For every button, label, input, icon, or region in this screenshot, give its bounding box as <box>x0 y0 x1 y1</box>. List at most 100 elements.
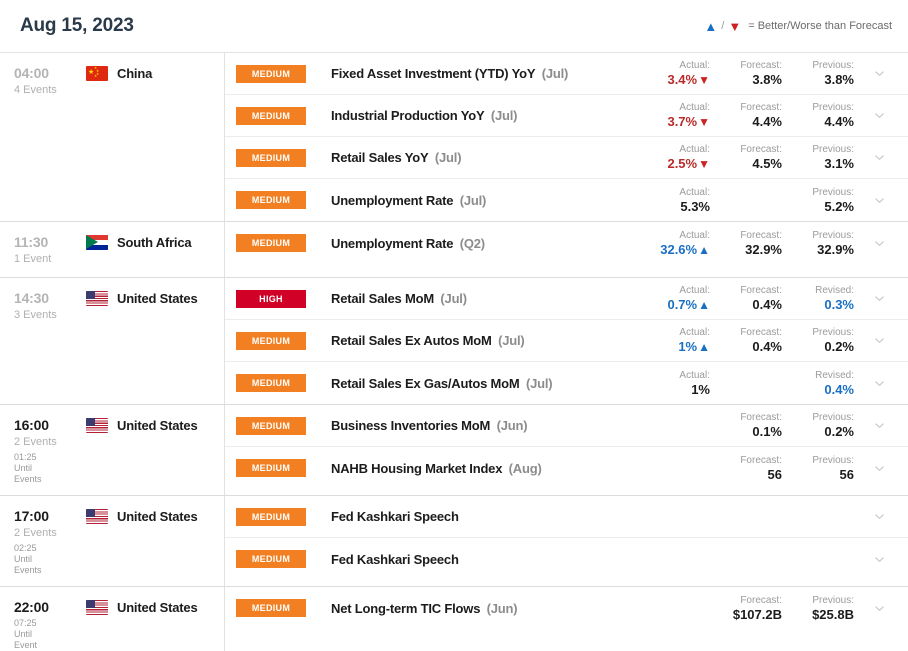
event-row[interactable]: HIGH Retail Sales MoM (Jul) Actual: 0.7%▲ Fo… <box>225 278 908 320</box>
expand-row-button[interactable] <box>858 463 900 474</box>
group-events: MEDIUM Fed Kashkari Speech MEDIUM Fed Kashk… <box>225 496 908 586</box>
impact-badge: MEDIUM <box>236 106 306 125</box>
countdown-timer: 07:25 Until Event <box>14 618 224 651</box>
previous-value: 0.4% <box>824 381 854 397</box>
expand-row-button[interactable] <box>858 420 900 431</box>
event-row[interactable]: MEDIUM Retail Sales Ex Autos MoM (Jul) Act… <box>225 320 908 362</box>
expand-row-button[interactable] <box>858 511 900 522</box>
event-period: (Jul) <box>456 192 487 208</box>
expand-row-button[interactable] <box>858 68 900 79</box>
calendar-group: 16:00 2 Events 01:25 Until Events United Stat… <box>0 405 908 496</box>
previous-label: Previous: <box>812 60 854 71</box>
arrow-down-icon: ▼ <box>728 18 742 34</box>
country-block: ★ ★ ★ ★ ★ China <box>86 66 152 81</box>
country-name: United States <box>117 600 198 615</box>
previous-label: Previous: <box>812 594 854 606</box>
expand-row-button[interactable] <box>858 554 900 565</box>
previous-cell: Previous: 56 <box>786 454 858 483</box>
expand-row-button[interactable] <box>858 335 900 346</box>
event-name[interactable]: NAHB Housing Market Index (Aug) <box>331 461 642 476</box>
event-values: Forecast: 56 Previous: 56 <box>642 454 858 483</box>
forecast-cell: Forecast: 0.1% <box>714 411 786 440</box>
forecast-value: 4.5% <box>752 156 782 171</box>
event-period: (Jul) <box>431 150 462 165</box>
previous-label: Previous: <box>812 144 854 155</box>
event-row[interactable]: MEDIUM Retail Sales YoY (Jul) Actual: 2.5%▼… <box>225 137 908 179</box>
previous-value: 56 <box>839 466 854 482</box>
actual-cell: Actual: 2.5%▼ <box>642 143 714 172</box>
countdown-line: Event <box>14 640 38 650</box>
event-row[interactable]: MEDIUM NAHB Housing Market Index (Aug) For… <box>225 447 908 489</box>
event-name[interactable]: Fed Kashkari Speech <box>331 552 642 567</box>
event-name[interactable]: Retail Sales MoM (Jul) <box>331 291 642 306</box>
previous-value: 0.2% <box>824 424 854 439</box>
previous-value: 0.2% <box>824 339 854 354</box>
event-name[interactable]: Fed Kashkari Speech <box>331 509 642 524</box>
event-name[interactable]: Business Inventories MoM (Jun) <box>331 418 642 433</box>
country-name: United States <box>117 509 198 524</box>
previous-label: Previous: <box>812 412 854 423</box>
event-values: Actual: 5.3% Previous: 5.2% <box>642 186 858 215</box>
event-row[interactable]: MEDIUM Unemployment Rate (Jul) Actual: 5.3%… <box>225 179 908 221</box>
event-name[interactable]: Retail Sales Ex Autos MoM (Jul) <box>331 333 642 348</box>
event-name[interactable]: Fixed Asset Investment (YTD) YoY (Jul) <box>331 66 642 81</box>
country-name: United States <box>117 291 198 306</box>
group-events: MEDIUM Net Long-term TIC Flows (Jun) Forec… <box>225 587 908 651</box>
forecast-value: 0.4% <box>752 339 782 354</box>
expand-row-button[interactable] <box>858 152 900 163</box>
event-name[interactable]: Net Long-term TIC Flows (Jun) <box>331 601 642 616</box>
event-name[interactable]: Unemployment Rate (Q2) <box>331 236 642 251</box>
expand-row-button[interactable] <box>858 293 900 304</box>
event-name[interactable]: Industrial Production YoY (Jul) <box>331 108 642 123</box>
impact-badge: MEDIUM <box>236 416 306 435</box>
country-block: South Africa <box>86 235 192 250</box>
group-left-inner: 16:00 2 Events 01:25 Until Events United Stat… <box>14 417 224 485</box>
group-time-country: 16:00 2 Events 01:25 Until Events United Stat… <box>0 405 225 495</box>
forecast-label: Forecast: <box>740 144 782 155</box>
page-title: Aug 15, 2023 <box>20 15 134 36</box>
event-period: (Q2) <box>456 235 485 251</box>
previous-label: Previous: <box>812 102 854 113</box>
expand-row-button[interactable] <box>858 238 900 249</box>
actual-value: 1%▲ <box>678 339 710 354</box>
previous-cell: Previous: 3.8% <box>786 59 858 88</box>
previous-value: 3.8% <box>824 72 854 87</box>
actual-cell: Actual: 32.6%▲ <box>642 229 714 258</box>
country-block: United States <box>86 291 198 306</box>
event-name[interactable]: Retail Sales YoY (Jul) <box>331 150 642 165</box>
expand-row-button[interactable] <box>858 603 900 614</box>
event-row[interactable]: MEDIUM Fed Kashkari Speech <box>225 538 908 580</box>
countdown-timer: 01:25 Until Events <box>14 452 224 485</box>
flag-china-icon: ★ ★ ★ ★ ★ <box>86 66 108 81</box>
previous-value: 0.3% <box>824 297 854 312</box>
countdown-line: 07:25 <box>14 618 37 628</box>
arrow-up-icon: ▲ <box>698 242 710 257</box>
arrow-down-icon: ▼ <box>698 73 710 87</box>
actual-label: Actual: <box>679 369 710 381</box>
event-row[interactable]: MEDIUM Fixed Asset Investment (YTD) YoY (… <box>225 53 908 95</box>
event-row[interactable]: MEDIUM Fed Kashkari Speech <box>225 496 908 538</box>
event-values: Actual: 0.7%▲ Forecast: 0.4% Revised: 0.3% <box>642 284 858 313</box>
expand-row-button[interactable] <box>858 110 900 121</box>
expand-row-button[interactable] <box>858 378 900 389</box>
event-name[interactable]: Retail Sales Ex Gas/Autos MoM (Jul) <box>331 376 642 391</box>
event-row[interactable]: MEDIUM Retail Sales Ex Gas/Autos MoM (Jul… <box>225 362 908 404</box>
group-events: MEDIUM Business Inventories MoM (Jun) Fore… <box>225 405 908 495</box>
forecast-cell: Forecast: 56 <box>714 454 786 483</box>
event-values: Actual: 3.7%▼ Forecast: 4.4% Previous: 4.4% <box>642 101 858 130</box>
country-name: South Africa <box>117 235 192 250</box>
expand-row-button[interactable] <box>858 195 900 206</box>
countdown-line: Until <box>14 554 33 564</box>
event-name[interactable]: Unemployment Rate (Jul) <box>331 193 642 208</box>
event-values: Actual: 32.6%▲ Forecast: 32.9% Previous: 32.9… <box>642 229 858 258</box>
forecast-label: Forecast: <box>740 454 782 466</box>
previous-label: Previous: <box>812 454 854 466</box>
event-row[interactable]: MEDIUM Unemployment Rate (Q2) Actual: 32.6%… <box>225 222 908 264</box>
forecast-label: Forecast: <box>740 60 782 71</box>
forecast-cell: Forecast: 3.8% <box>714 59 786 88</box>
group-time-country: 04:00 4 Events ★ ★ ★ ★ ★ China <box>0 53 225 221</box>
calendar-group: 17:00 2 Events 02:25 Until Events United Stat… <box>0 496 908 587</box>
event-row[interactable]: MEDIUM Industrial Production YoY (Jul) Act… <box>225 95 908 137</box>
event-row[interactable]: MEDIUM Business Inventories MoM (Jun) Fore… <box>225 405 908 447</box>
event-row[interactable]: MEDIUM Net Long-term TIC Flows (Jun) Forec… <box>225 587 908 629</box>
